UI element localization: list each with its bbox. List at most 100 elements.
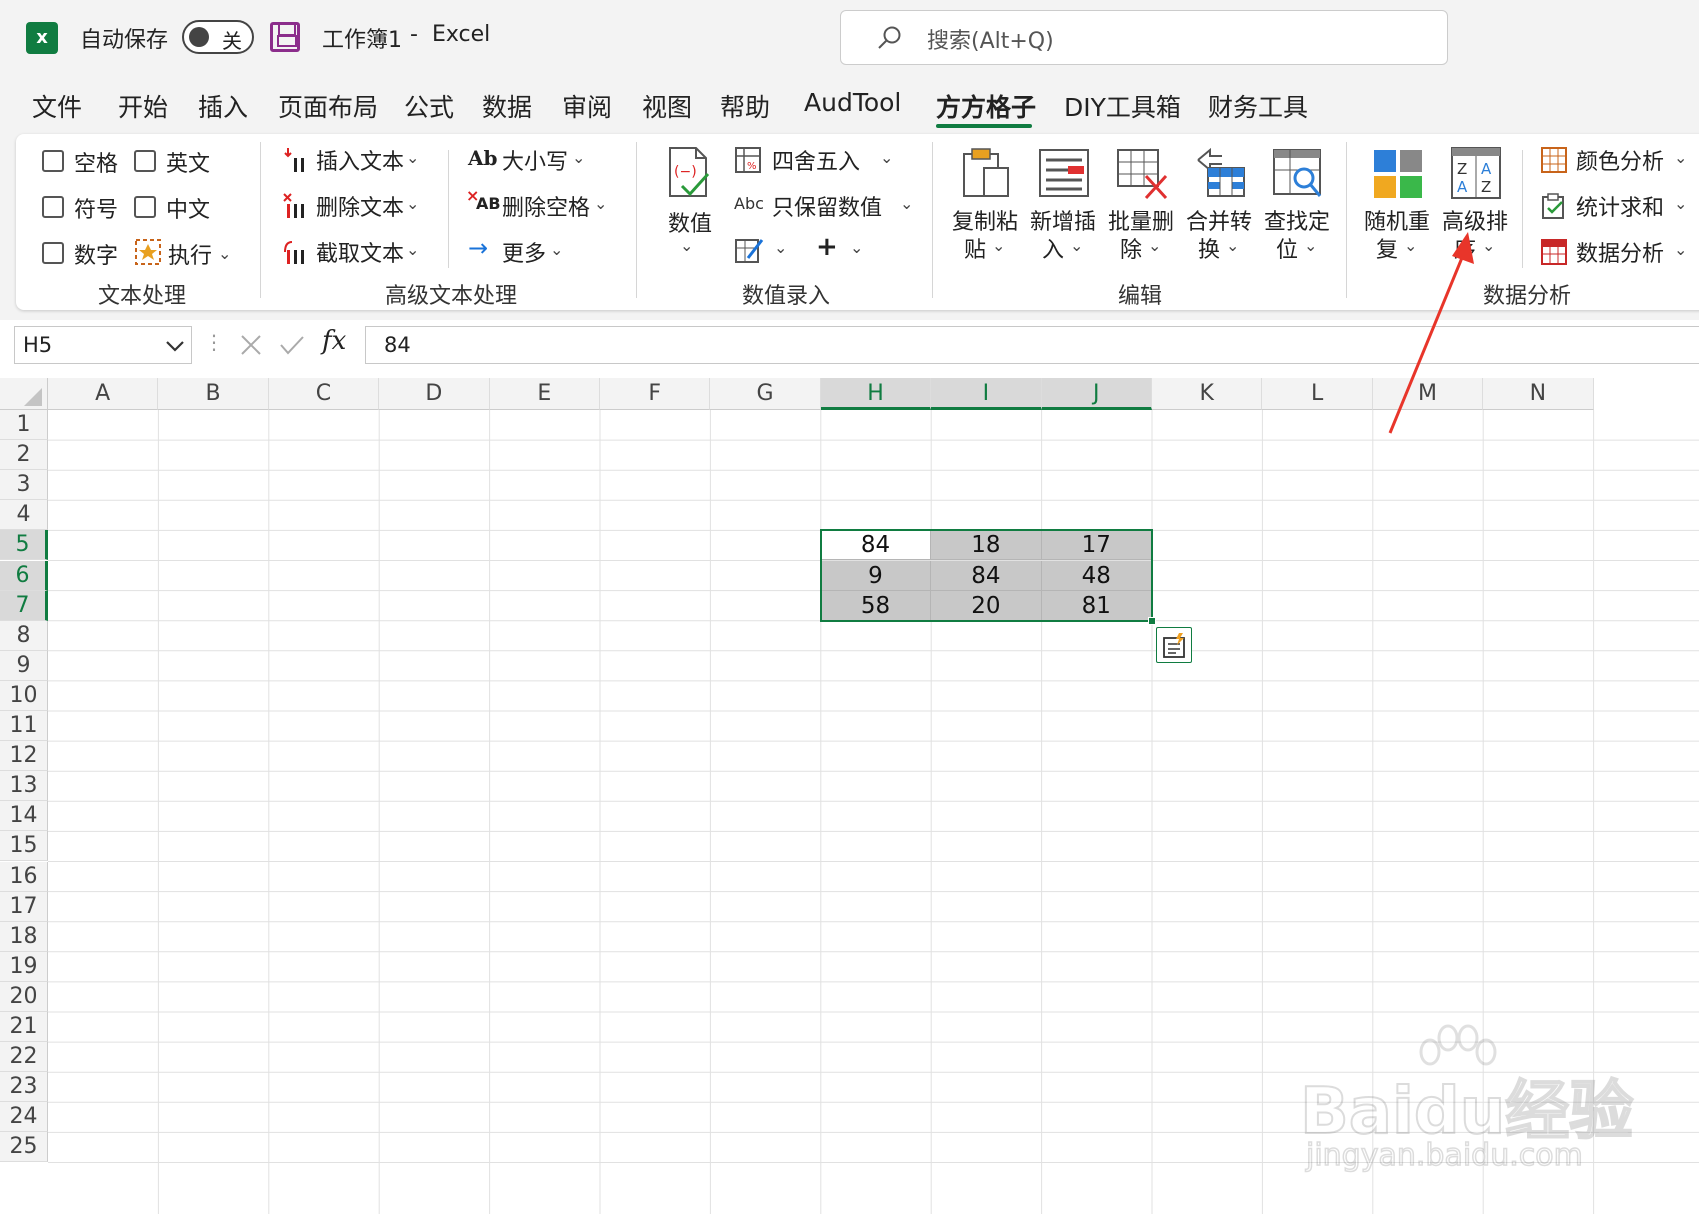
column-header-a[interactable]: A (48, 378, 159, 410)
row-header-8[interactable]: 8 (0, 620, 48, 651)
tab-page-layout[interactable]: 页面布局 (278, 88, 378, 124)
row-header-17[interactable]: 17 (0, 891, 48, 922)
stat-sum-button[interactable]: 统计求和 ⌄ (1540, 190, 1699, 224)
extract-text-button[interactable]: 截取文本 ⌄ (282, 236, 432, 270)
execute-button[interactable]: 执行 ⌄ (134, 236, 284, 270)
cancel-icon[interactable] (238, 332, 264, 358)
tab-finance-tools[interactable]: 财务工具 (1208, 88, 1308, 124)
row-header-22[interactable]: 22 (0, 1042, 48, 1073)
batch-delete-button[interactable]: 批量删 除 ⌄ (1106, 144, 1178, 264)
tab-data[interactable]: 数据 (482, 88, 532, 124)
cell-h6[interactable]: 9 (820, 560, 932, 591)
option-english-label: 英文 (166, 152, 211, 177)
row-header-16[interactable]: 16 (0, 861, 48, 892)
row-header-5[interactable]: 5 (0, 530, 48, 561)
row-header-11[interactable]: 11 (0, 711, 48, 742)
row-header-15[interactable]: 15 (0, 831, 48, 862)
column-header-i[interactable]: I (931, 378, 1042, 410)
tab-review[interactable]: 审阅 (562, 88, 612, 124)
copy-paste-button[interactable]: 复制粘 贴 ⌄ (950, 144, 1022, 264)
checkbox-number[interactable] (42, 242, 64, 264)
row-header-24[interactable]: 24 (0, 1102, 48, 1133)
round-button[interactable]: % 四舍五入 ⌄ (734, 144, 894, 178)
cell-i6[interactable]: 84 (931, 560, 1042, 591)
color-analysis-button[interactable]: 颜色分析 ⌄ (1540, 144, 1699, 178)
cell-j6[interactable]: 48 (1041, 560, 1152, 591)
row-header-18[interactable]: 18 (0, 921, 48, 952)
autosave-toggle[interactable]: 关 (182, 20, 254, 54)
keep-numbers-button[interactable]: Abc 只保留数值 ⌄ (734, 190, 914, 224)
fill-handle[interactable] (1148, 616, 1156, 625)
value-button[interactable]: (−) 数值 ⌄ (660, 146, 716, 256)
column-header-k[interactable]: K (1152, 378, 1263, 410)
delete-space-button[interactable]: × AB 删除空格 ⌄ (466, 186, 616, 224)
cell-i7[interactable]: 20 (931, 590, 1042, 621)
column-header-g[interactable]: G (710, 378, 821, 410)
tab-formulas[interactable]: 公式 (404, 88, 454, 124)
column-header-e[interactable]: E (489, 378, 600, 410)
insert-function-icon[interactable]: fx (322, 326, 346, 356)
row-header-6[interactable]: 6 (0, 560, 48, 591)
column-header-b[interactable]: B (158, 378, 269, 410)
row-header-19[interactable]: 19 (0, 951, 48, 982)
data-analysis-button[interactable]: 数据分析 ⌄ (1540, 236, 1699, 270)
name-box[interactable]: H5 (14, 326, 192, 364)
column-header-j[interactable]: J (1041, 378, 1152, 410)
save-icon[interactable] (270, 22, 300, 52)
checkbox-english[interactable] (134, 150, 156, 172)
checkbox-space[interactable] (42, 150, 64, 172)
row-header-14[interactable]: 14 (0, 801, 48, 832)
row-header-20[interactable]: 20 (0, 981, 48, 1012)
row-header-25[interactable]: 25 (0, 1132, 48, 1163)
row-header-12[interactable]: 12 (0, 741, 48, 772)
cell-h5[interactable]: 84 (820, 530, 932, 561)
more-button[interactable]: → 更多 ⌄ (468, 234, 578, 270)
search-box[interactable]: 搜索(Alt+Q) (840, 10, 1448, 65)
chevron-down-icon[interactable] (165, 339, 185, 353)
column-header-c[interactable]: C (268, 378, 380, 410)
column-header-d[interactable]: D (379, 378, 490, 410)
insert-text-button[interactable]: 插入文本 ⌄ (282, 144, 432, 178)
row-header-10[interactable]: 10 (0, 680, 48, 711)
select-all-icon (24, 388, 42, 406)
tab-diy-toolbox[interactable]: DIY工具箱 (1064, 88, 1181, 124)
row-header-23[interactable]: 23 (0, 1072, 48, 1103)
row-header-21[interactable]: 21 (0, 1012, 48, 1043)
row-header-3[interactable]: 3 (0, 470, 48, 501)
column-header-l[interactable]: L (1262, 378, 1373, 410)
column-header-h[interactable]: H (820, 378, 932, 410)
column-header-f[interactable]: F (600, 378, 711, 410)
row-header-1[interactable]: 1 (0, 410, 48, 441)
cell-i5[interactable]: 18 (931, 530, 1042, 561)
tab-help[interactable]: 帮助 (720, 88, 770, 124)
add-insert-button[interactable]: 新增插 入 ⌄ (1028, 144, 1100, 264)
tab-fangfanggezi[interactable]: 方方格子 (936, 88, 1036, 124)
edit-value-button[interactable]: ⌄ (734, 234, 794, 268)
cell-j5[interactable]: 17 (1041, 530, 1152, 561)
delete-text-button[interactable]: 删除文本 ⌄ (282, 190, 432, 224)
find-locate-button[interactable]: 查找定 位 ⌄ (1262, 144, 1334, 264)
row-header-7[interactable]: 7 (0, 590, 48, 621)
formula-input[interactable]: 84 (365, 326, 1699, 364)
row-header-13[interactable]: 13 (0, 771, 48, 802)
tab-insert[interactable]: 插入 (198, 88, 248, 124)
column-header-n[interactable]: N (1483, 378, 1594, 410)
cell-j7[interactable]: 81 (1041, 590, 1152, 621)
plus-button[interactable]: + ⌄ (814, 232, 874, 268)
case-button[interactable]: Ab 大小写 ⌄ (468, 144, 598, 178)
cell-h7[interactable]: 58 (820, 590, 932, 621)
select-all-corner[interactable] (0, 378, 48, 410)
subgroup-divider (448, 150, 449, 268)
row-header-4[interactable]: 4 (0, 500, 48, 531)
tab-home[interactable]: 开始 (118, 88, 168, 124)
row-header-9[interactable]: 9 (0, 650, 48, 681)
row-header-2[interactable]: 2 (0, 440, 48, 471)
tab-file[interactable]: 文件 (32, 88, 82, 124)
checkbox-symbol[interactable] (42, 196, 64, 218)
enter-check-icon[interactable] (278, 332, 306, 358)
merge-convert-button[interactable]: 合并转 换 ⌄ (1184, 144, 1256, 264)
checkbox-chinese[interactable] (134, 196, 156, 218)
tab-view[interactable]: 视图 (642, 88, 692, 124)
tab-audtool[interactable]: AudTool (804, 88, 901, 117)
quick-analysis-button[interactable] (1156, 626, 1192, 663)
